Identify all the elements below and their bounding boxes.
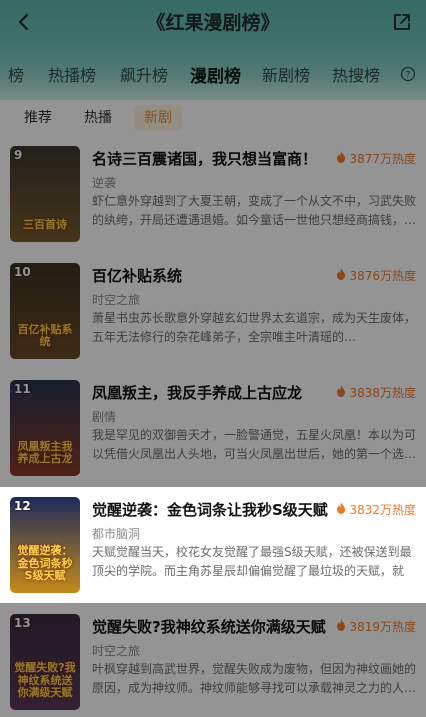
flame-icon bbox=[337, 502, 346, 514]
item-description: 天赋觉醒当天，校花女友觉醒了最强S级天赋，还被保送到最顶尖的学院。而主角苏星辰却… bbox=[92, 545, 412, 578]
item-description: 虾仁意外穿越到了大夏王朝，变成了一个从文不中，习武失败的纨绔，开局还遭遇退婚。如… bbox=[92, 194, 416, 227]
rank-number: 10 bbox=[14, 265, 31, 279]
heat-badge: 3832万热度 bbox=[336, 501, 416, 518]
tab-hot-search[interactable]: 热搜榜 bbox=[332, 62, 380, 86]
heat-value: 3819万热度 bbox=[349, 620, 416, 634]
cover-image[interactable]: 10 百亿补贴系统 bbox=[10, 263, 80, 359]
page-title: 《红果漫剧榜》 bbox=[146, 12, 280, 34]
item-title[interactable]: 觉醒逆袭：金色词条让我秒S级天赋 bbox=[92, 499, 332, 520]
genre-tag: 时空之旅 bbox=[92, 644, 141, 658]
flame-icon bbox=[337, 385, 346, 397]
cover-caption: 百亿补贴系统 bbox=[17, 322, 73, 349]
item-title[interactable]: 凤凰叛主，我反手养成上古应龙 bbox=[92, 382, 332, 403]
heat-badge: 3876万热度 bbox=[336, 267, 416, 284]
list-item[interactable]: 9 三百首诗 名诗三百震诸国，我只想当富商！ 3877万热度 逆袭 虾仁意外穿越… bbox=[0, 136, 426, 252]
subtab-recommend[interactable]: 推荐 bbox=[14, 105, 62, 131]
info-icon[interactable]: ? bbox=[400, 66, 416, 82]
list-item[interactable]: 11 凤凰叛主我养成上古龙 凤凰叛主，我反手养成上古应龙 3838万热度 剧情 … bbox=[0, 370, 426, 486]
list-item[interactable]: 10 百亿补贴系统 百亿补贴系统 3876万热度 时空之旅 萧星书虫苏长歌意外穿… bbox=[0, 253, 426, 369]
heat-badge: 3819万热度 bbox=[336, 618, 416, 635]
cover-image[interactable]: 11 凤凰叛主我养成上古龙 bbox=[10, 380, 80, 476]
heat-value: 3832万热度 bbox=[349, 503, 416, 517]
svg-text:?: ? bbox=[406, 71, 411, 81]
item-description: 我是罕见的双御兽天才，一脸警通觉，五星火凤凰！本以为可以凭借火凤凰出人头地，可当… bbox=[92, 428, 416, 461]
tab-partial[interactable]: 榜 bbox=[8, 62, 24, 86]
cover-image[interactable]: 12 觉醒逆袭：金色词条秒S级天赋 bbox=[10, 497, 80, 593]
item-title[interactable]: 觉醒失败?我神纹系统送你满级天赋 bbox=[92, 616, 332, 637]
heat-badge: 3838万热度 bbox=[336, 384, 416, 401]
heat-badge: 3877万热度 bbox=[336, 150, 416, 167]
cover-image[interactable]: 13 觉醒失败?我神纹系统送你满级天赋 bbox=[10, 614, 80, 710]
tab-hot-play[interactable]: 热播榜 bbox=[48, 62, 96, 86]
subtab-hot[interactable]: 热播 bbox=[74, 105, 122, 131]
genre-tag: 逆袭 bbox=[92, 176, 117, 190]
cover-image[interactable]: 9 三百首诗 bbox=[10, 146, 80, 242]
genre-tag: 都市脑洞 bbox=[92, 527, 141, 541]
rank-number: 11 bbox=[14, 382, 31, 396]
genre-tag: 剧情 bbox=[92, 410, 117, 424]
heat-value: 3876万热度 bbox=[349, 269, 416, 283]
share-icon[interactable] bbox=[392, 12, 412, 32]
cover-caption: 凤凰叛主我养成上古龙 bbox=[17, 439, 73, 466]
rank-number: 13 bbox=[14, 616, 31, 630]
rank-number: 12 bbox=[14, 499, 31, 513]
tab-rising[interactable]: 飙升榜 bbox=[120, 62, 168, 86]
cover-caption: 觉醒逆袭：金色词条秒S级天赋 bbox=[17, 544, 73, 583]
item-description: 叶枫穿越到高武世界，觉醒失败成为废物，但因为神纹画她的原因，成为神纹师。神纹师能… bbox=[92, 662, 416, 695]
tab-comic-drama[interactable]: 漫剧榜 bbox=[190, 62, 241, 87]
cover-caption: 三百首诗 bbox=[23, 218, 67, 232]
heat-value: 3838万热度 bbox=[349, 386, 416, 400]
subtab-new[interactable]: 新剧 bbox=[134, 105, 182, 131]
tab-new-drama[interactable]: 新剧榜 bbox=[262, 62, 310, 86]
flame-icon bbox=[337, 619, 346, 631]
header: 《红果漫剧榜》 榜 热播榜 飙升榜 漫剧榜 新剧榜 热搜榜 ? bbox=[0, 0, 426, 100]
top-bar: 《红果漫剧榜》 bbox=[0, 0, 426, 44]
heat-value: 3877万热度 bbox=[349, 152, 416, 166]
flame-icon bbox=[337, 268, 346, 280]
rank-number: 9 bbox=[14, 148, 23, 162]
item-title[interactable]: 名诗三百震诸国，我只想当富商！ bbox=[92, 148, 332, 169]
list-item[interactable]: 13 觉醒失败?我神纹系统送你满级天赋 觉醒失败?我神纹系统送你满级天赋 381… bbox=[0, 604, 426, 717]
ranking-tabs: 榜 热播榜 飙升榜 漫剧榜 新剧榜 热搜榜 bbox=[0, 62, 426, 94]
flame-icon bbox=[337, 151, 346, 163]
list-item[interactable]: 12 觉醒逆袭：金色词条秒S级天赋 觉醒逆袭：金色词条让我秒S级天赋 3832万… bbox=[0, 487, 426, 603]
genre-tag: 时空之旅 bbox=[92, 293, 141, 307]
item-description: 萧星书虫苏长歌意外穿越玄幻世界太玄道宗，成为天生废体，五年无法修行的杂花峰弟子，… bbox=[92, 311, 416, 344]
item-title[interactable]: 百亿补贴系统 bbox=[92, 265, 332, 286]
cover-caption: 觉醒失败?我神纹系统送你满级天赋 bbox=[14, 661, 76, 700]
